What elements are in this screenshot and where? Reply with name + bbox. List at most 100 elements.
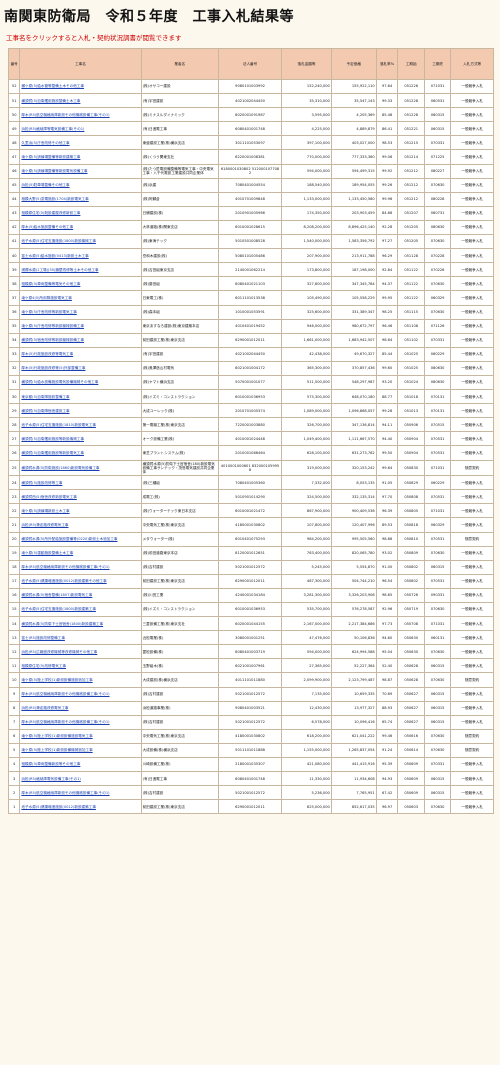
work-name-link[interactable]: 池子水源(5)住宅支援施設(1800)新設機械工事 <box>21 239 96 243</box>
table-row: 34 横須賀(5)宿舎改修等新設機械設備工事 前田建設工業(株)東京支店 629000… <box>9 333 493 347</box>
work-name-link[interactable]: 浦郷水源(1工場)(55)擁壁改修等土木その他工事 <box>21 268 98 272</box>
work-name-link[interactable]: 瀬ケ原(5)給水管等整備土木その他工事 <box>21 84 84 88</box>
work-name-link[interactable]: 浜松(R5)格納庫電気設備工事(その1) <box>21 777 80 781</box>
work-name-link[interactable]: 横須賀(5)自衛艦用施設等新設機械工事 <box>21 437 84 441</box>
work-name-link[interactable]: 滝ケ原(5)訓練場新設土木工事 <box>21 509 69 513</box>
table-row: 51 横須賀(5)自衛艦用施設整備土木工事 (有)宇田建設 4021002044450… <box>9 94 493 108</box>
work-name-link[interactable]: 横須賀(5)自衛艦用施設等新設電気工事 <box>21 451 84 455</box>
work-name-link[interactable]: 相模原(5)車両整備等電気その他工事 <box>21 282 80 286</box>
table-row: 33 厚木(5)行政施設改修等電気工事 (有)宇田建設 4021002044450 42… <box>9 347 493 361</box>
period-end: 070630 <box>424 743 451 758</box>
period-end: 060315 <box>424 715 451 729</box>
table-row: 2 厚木(R5)航空機格納庫新設その他機械設備工事(その1) (株)吉村建設 5021… <box>9 786 493 800</box>
work-name-link[interactable]: 相模原住宅(5)改修電気工事 <box>21 664 66 668</box>
work-name-link[interactable]: 厚木(R5)航空機格納庫新設その他機械設備工事(その1) <box>21 791 109 795</box>
period-start: 051228 <box>398 94 424 108</box>
winning-amount: 207,900,000 <box>282 249 331 263</box>
corporate-number: 6290001012011 <box>218 800 282 814</box>
planned-price: 594,499,315 <box>331 164 376 178</box>
work-name-link[interactable]: 横須賀(5)自衛艦用施設整備土木工事 <box>21 99 80 103</box>
work-name-link[interactable]: 富士水源(5)給水施設(0413)新設土木工事 <box>21 254 88 258</box>
work-name-link[interactable]: 横須賀水源(5)所外配給施設整備等(0220)新設土木追加工事 <box>21 537 117 541</box>
table-row: 35 滝ケ原(5)庁舎改修等新設機械設備工事 東京あすなろ建設(株)東京建築本店 40… <box>9 319 493 333</box>
corporate-number: 8120001012651 <box>218 546 282 560</box>
row-number: 48 <box>9 136 20 150</box>
period-start: 050603 <box>398 800 424 814</box>
row-number: 23 <box>9 490 20 504</box>
work-name-link[interactable]: 滝ケ原(5)庁舎改修等新設機械設備工事 <box>21 324 84 328</box>
row-number: 52 <box>9 80 20 94</box>
work-name-link[interactable]: 厚木(R5)航空機格納庫新設その他機械設備工事(その1) <box>21 720 109 724</box>
table-row: 26 横須賀(5)自衛艦用施設等新設電気工事 東芝プラントシステム(株) 201000… <box>9 446 493 460</box>
work-name-link[interactable]: 横須賀水源(5)宿舎整備(1807)新設電気工事 <box>21 593 92 597</box>
work-name-link[interactable]: 滝ケ原(5)訓練場整備等新設建築工事 <box>21 155 80 159</box>
work-name-link[interactable]: 横須賀水源(5)防衛下士官宿舎(1800)新設建築工事 <box>21 622 103 626</box>
work-name-link[interactable]: 横須賀(5)宿舎改修等新設機械設備工事 <box>21 338 84 342</box>
winning-amount: 174,350,000 <box>282 206 331 220</box>
work-name-link[interactable]: 池子水源(5)住宅支援施設(1810)新設電気工事 <box>21 423 96 427</box>
planned-price: 441,415,916 <box>331 758 376 772</box>
header-corporate-number: 法人番号 <box>218 49 282 79</box>
work-name-link[interactable]: 横須賀水源(5)防衛施設(1860)新設電気設備工事 <box>21 466 99 470</box>
work-name-link[interactable]: 池子水源(5)健康増進施設(0012)新設建築その他工事 <box>21 579 106 583</box>
contractor-name: (有)宇田建設 <box>141 94 218 108</box>
work-name-link[interactable]: 相模大野(5)変電施設(1704)新設電気工事 <box>21 197 88 201</box>
period-end: 090331 <box>424 588 451 602</box>
work-name-link[interactable]: 滝ケ原(5)庁舎改修等新設電気工事 <box>21 310 76 314</box>
work-name-link[interactable]: 浜松(R5)滑走路改修電気工事 <box>21 706 68 710</box>
work-name-link[interactable]: 横須賀(5)自衛隊宿舎建設工事 <box>21 409 69 413</box>
work-name-link[interactable]: 滝ケ原4(5)所用隊施設電気工事 <box>21 296 72 300</box>
work-name-link[interactable]: 富士(R5)施設改修整備工事 <box>21 636 65 640</box>
work-name-link[interactable]: 厚木(5)行政施設改修等電気工事 <box>21 352 73 356</box>
work-name-link[interactable]: 厚木(R5)航空機格納庫新設その他機械設備工事(その1) <box>21 113 109 117</box>
corporate-number: 7080401005360 <box>218 476 282 490</box>
work-name-link[interactable]: 池子水源(5)住宅支援施設(1800)新設建築工事 <box>21 607 96 611</box>
work-name-link[interactable]: 横須賀(5)施設改修等工事 <box>21 481 62 485</box>
work-name-link[interactable]: 相模原住宅(5)既設建屋改修新設工事 <box>21 211 80 215</box>
work-name-link[interactable]: 滝ケ原(5)陸上学校(1)新設設備機械追加工事 <box>21 748 92 752</box>
bid-method: 一般競争入札 <box>451 347 493 361</box>
bid-method: 一般競争入札 <box>451 390 493 404</box>
table-row: 7 厚木(R5)航空機格納庫新設その他機械設備工事(その1) (株)吉村建設 5021… <box>9 715 493 729</box>
planned-price: 155,922,110 <box>331 80 376 94</box>
period-start: 051115 <box>398 305 424 319</box>
work-name-link[interactable]: 厚木(R5)航空機格納庫新設その他機械設備工事(その1) <box>21 692 109 696</box>
work-name-link[interactable]: 東京都(5)自衛隊施設整備工事 <box>21 395 69 399</box>
work-name-link[interactable]: 相模原(5)車両整備新設等その他工事 <box>21 762 80 766</box>
winning-rate: 99.06 <box>376 150 398 164</box>
work-name-cell: 滝ケ原(5)運動施設整備土木工事 <box>20 546 141 560</box>
work-name-link[interactable]: 滝ケ原(5)陸上学校(1)新設設備施設電気工事 <box>21 734 92 738</box>
winning-amount: 867,900,000 <box>282 504 331 518</box>
row-number: 49 <box>9 122 20 136</box>
work-name-link[interactable]: 厚木(R5)航空機格納庫新設その他機械設備工事(その1) <box>21 565 109 569</box>
work-name-link[interactable]: 浜松(R5)広報館改修機械等改修機械その他工事 <box>21 650 97 654</box>
period-start: 050810 <box>398 532 424 546</box>
period-end: 070630 <box>424 178 451 192</box>
work-name-link[interactable]: 池子水源(5)健康増進施設(0012)新設建築工事 <box>21 805 96 809</box>
winning-amount: 105,490,000 <box>282 291 331 305</box>
period-end: 071031 <box>424 504 451 518</box>
work-name-link[interactable]: 厚木(5)行政施設改修等(5)外部整備工事 <box>21 366 85 370</box>
work-name-link[interactable]: 久里浜(5)庁舎改修その他工事 <box>21 141 69 145</box>
planned-price: 331,389,347 <box>331 305 376 319</box>
work-name-link[interactable]: 浜松(R5)格納庫等電気設備工事(その1) <box>21 127 84 131</box>
bid-method: 一般競争入札 <box>451 546 493 560</box>
work-name-link[interactable]: 滝ケ原(5)運動施設整備土木工事 <box>21 551 73 555</box>
contractor-name: (株)ミナスルダイナミック <box>141 108 218 122</box>
planned-price: 2,217,384,686 <box>331 617 376 631</box>
winning-rate: 93.20 <box>376 375 398 390</box>
work-name-link[interactable]: 横須賀(5)給水設備施設電気設備機械その他工事 <box>21 380 98 384</box>
row-number: 15 <box>9 602 20 617</box>
planned-price: 332,135,314 <box>331 490 376 504</box>
work-name-link[interactable]: 厚木(5)給水施設整備その他工事 <box>21 225 73 229</box>
work-name-link[interactable]: 滝ケ原(5)陸上学校(1)新設設備施設追加工事 <box>21 678 92 682</box>
winning-amount: 487,300,000 <box>282 574 331 588</box>
work-name-link[interactable]: 横須賀西(5)宿舎改修新設電気工事 <box>21 495 76 499</box>
contractor-name: 前田建設工業(株)東京支店 <box>141 574 218 588</box>
work-name-link[interactable]: 浜松(R5)滑走路改修電気工事 <box>21 523 68 527</box>
winning-rate: 95.39 <box>376 758 398 772</box>
work-name-link[interactable]: 滝ケ原(5)訓練場整備等新設電気設備工事 <box>21 169 87 173</box>
work-name-link[interactable]: 浜松(5)駐車場整備その他工事 <box>21 183 69 187</box>
bid-method: 一般競争入札 <box>451 518 493 532</box>
winning-amount: 327,800,000 <box>282 277 331 291</box>
